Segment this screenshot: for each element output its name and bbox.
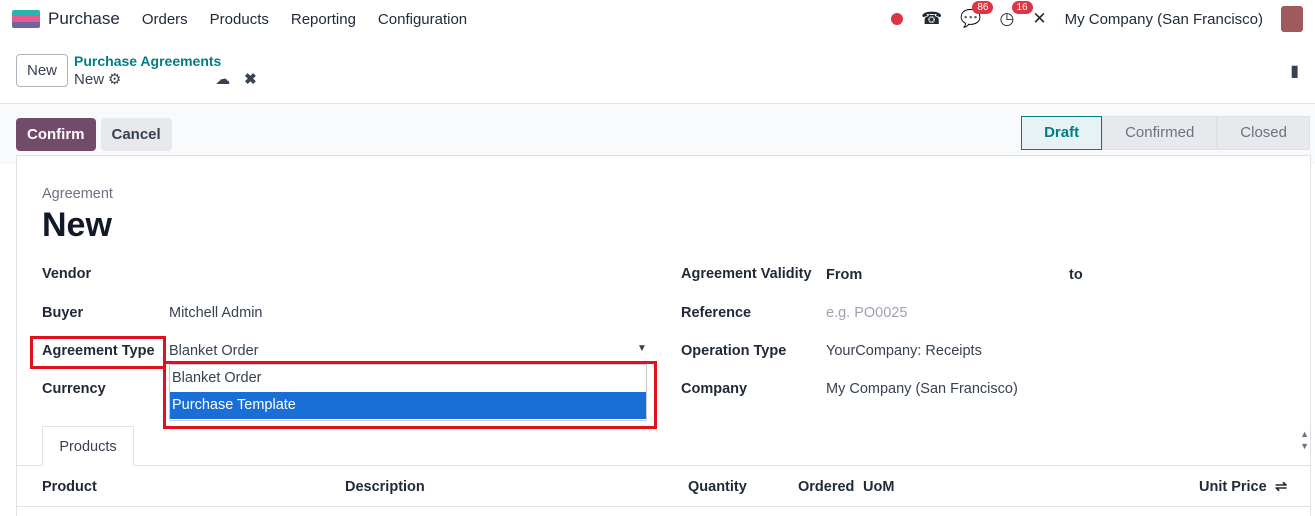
breadcrumb: Purchase Agreements New ⚙ ☁ ✖: [74, 52, 257, 89]
app-name[interactable]: Purchase: [48, 9, 120, 29]
title-label: Agreement: [42, 186, 113, 202]
col-ordered[interactable]: Ordered: [798, 479, 854, 495]
control-panel: New Purchase Agreements New ⚙ ☁ ✖ ▮: [0, 38, 1315, 104]
recording-icon[interactable]: [891, 13, 904, 25]
confirm-button[interactable]: Confirm: [16, 117, 96, 151]
menu-reporting[interactable]: Reporting: [291, 11, 356, 28]
currency-label: Currency: [42, 381, 106, 397]
page-title[interactable]: New: [42, 206, 112, 245]
highlight-box-dropdown: [163, 361, 657, 429]
app-logo-icon[interactable]: [12, 10, 40, 28]
operation-type-field[interactable]: YourCompany: Receipts: [826, 343, 982, 359]
col-quantity[interactable]: Quantity: [688, 479, 747, 495]
table-header-divider: [17, 506, 1310, 507]
company-switcher[interactable]: My Company (San Francisco): [1065, 11, 1263, 28]
from-label: From: [826, 267, 863, 283]
scrollbar[interactable]: ▲ ▼: [1300, 428, 1309, 452]
top-navbar: Purchase Orders Products Reporting Confi…: [0, 0, 1315, 38]
operation-type-label: Operation Type: [681, 343, 787, 359]
gear-icon[interactable]: ⚙: [108, 71, 121, 88]
company-label: Company: [681, 381, 748, 397]
status-confirmed[interactable]: Confirmed: [1102, 116, 1218, 150]
phone-icon[interactable]: ☎: [921, 9, 942, 29]
column-settings-icon[interactable]: ⇌: [1275, 479, 1287, 495]
activity-clock-icon[interactable]: ◷ 16: [1000, 1, 1033, 29]
breadcrumb-current: New: [74, 71, 105, 88]
reference-input[interactable]: e.g. PO0025: [826, 305, 907, 321]
menu-configuration[interactable]: Configuration: [378, 11, 467, 28]
messages-badge: 86: [972, 1, 994, 14]
bookmark-icon[interactable]: ▮: [1290, 61, 1299, 81]
activities-badge: 16: [1011, 1, 1033, 14]
highlight-box-label: [30, 336, 166, 369]
agreement-type-select[interactable]: Blanket Order: [169, 343, 258, 359]
breadcrumb-parent[interactable]: Purchase Agreements: [74, 52, 257, 70]
status-bar: Draft Confirmed Closed: [1021, 116, 1310, 150]
buyer-label: Buyer: [42, 305, 84, 321]
discard-icon[interactable]: ✖: [244, 71, 257, 88]
reference-label: Reference: [681, 305, 752, 321]
save-cloud-icon[interactable]: ☁: [215, 71, 230, 88]
col-description[interactable]: Description: [345, 479, 425, 495]
cancel-button[interactable]: Cancel: [100, 117, 172, 151]
col-unit-price[interactable]: Unit Price: [1199, 479, 1267, 495]
company-field[interactable]: My Company (San Francisco): [826, 381, 1018, 397]
buyer-field[interactable]: Mitchell Admin: [169, 305, 262, 321]
col-product[interactable]: Product: [42, 479, 97, 495]
menu-products[interactable]: Products: [210, 11, 269, 28]
messages-icon[interactable]: 💬 86: [960, 1, 994, 29]
tab-divider: [17, 465, 1310, 466]
to-label: to: [1069, 267, 1083, 283]
chevron-down-icon[interactable]: ▼: [637, 343, 647, 354]
tab-products[interactable]: Products: [42, 426, 134, 466]
tools-icon[interactable]: ✕: [1032, 9, 1046, 29]
status-closed[interactable]: Closed: [1217, 116, 1310, 150]
new-button[interactable]: New: [16, 54, 69, 87]
menu-orders[interactable]: Orders: [142, 11, 188, 28]
validity-label: Agreement Validity: [681, 266, 812, 282]
form-sheet: Agreement New Vendor Buyer Mitchell Admi…: [16, 155, 1311, 516]
status-draft[interactable]: Draft: [1021, 116, 1103, 150]
col-uom[interactable]: UoM: [863, 479, 894, 495]
vendor-label: Vendor: [42, 266, 92, 282]
avatar[interactable]: [1281, 6, 1303, 32]
